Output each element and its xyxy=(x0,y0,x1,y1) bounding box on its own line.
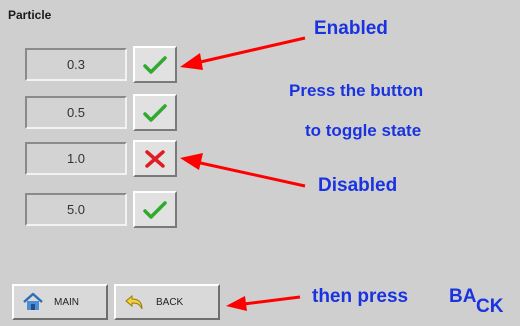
check-icon xyxy=(143,103,167,122)
main-button[interactable]: MAIN xyxy=(12,284,108,320)
main-button-label: MAIN xyxy=(54,296,79,308)
toggle-button-0-5[interactable] xyxy=(133,94,177,131)
annotation-then-press: then press xyxy=(312,286,409,307)
home-icon xyxy=(23,292,43,310)
particle-value-1-0: 1.0 xyxy=(25,142,127,175)
back-button[interactable]: BACK xyxy=(114,284,220,320)
toggle-button-0-3[interactable] xyxy=(133,46,177,83)
annotation-press-line1: Press the button xyxy=(289,81,424,100)
particle-value-0-3: 0.3 xyxy=(25,48,127,81)
particle-value-5-0: 5.0 xyxy=(25,193,127,226)
annotation-enabled: Enabled xyxy=(314,18,388,39)
particle-value-0-5: 0.5 xyxy=(25,96,127,129)
annotation-disabled: Disabled xyxy=(318,175,398,196)
check-icon xyxy=(143,55,167,74)
panel-title: Particle xyxy=(8,8,52,22)
cross-icon xyxy=(145,149,165,168)
back-arrow-icon xyxy=(125,294,143,310)
particle-panel: Particle 0.3 0.5 1.0 5.0 MAIN BACK xyxy=(0,0,520,326)
annotation-back-part2: CK xyxy=(476,296,504,317)
check-icon xyxy=(143,200,167,219)
back-button-label: BACK xyxy=(156,296,184,308)
annotation-press-line2: to toggle state xyxy=(305,121,422,140)
toggle-button-5-0[interactable] xyxy=(133,191,177,228)
annotation-back-part1: BA xyxy=(449,286,477,307)
toggle-button-1-0[interactable] xyxy=(133,140,177,177)
